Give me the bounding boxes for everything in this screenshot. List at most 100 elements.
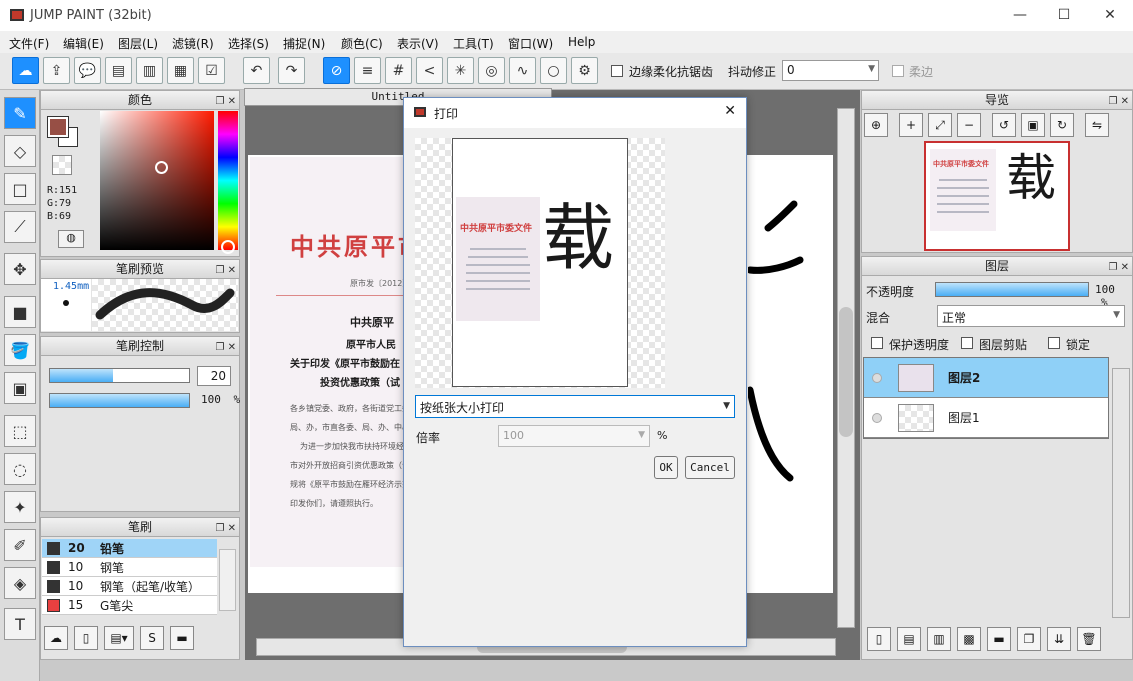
brush-size-input[interactable]: 20 xyxy=(197,366,231,386)
concentric-icon[interactable]: ◎ xyxy=(478,57,505,84)
menu-help[interactable]: Help xyxy=(568,35,595,49)
clip-layer-checkbox[interactable] xyxy=(961,337,973,349)
grid-icon[interactable]: # xyxy=(385,57,412,84)
panel-float-close-icon[interactable]: ❐ ✕ xyxy=(1108,93,1129,111)
layer-folder-icon[interactable]: ▬ xyxy=(987,627,1011,651)
layer-list-scrollbar[interactable] xyxy=(1112,368,1130,618)
dialog-close-button[interactable]: ✕ xyxy=(724,103,736,119)
brush-item-pen-taper[interactable]: 10 钢笔（起笔/收笔） xyxy=(42,577,217,596)
zoom-out-icon[interactable]: − xyxy=(957,113,981,137)
color-picker-handle[interactable] xyxy=(155,161,168,174)
document-icon[interactable]: ▥ xyxy=(136,57,163,84)
actual-size-icon[interactable]: ⤢ xyxy=(928,113,952,137)
brush-list-scrollbar[interactable] xyxy=(219,549,236,611)
brush-item-pen[interactable]: 10 钢笔 xyxy=(42,558,217,577)
brush-menu-icon[interactable]: ▤▾ xyxy=(104,626,134,650)
ok-button[interactable]: OK xyxy=(654,456,678,479)
menu-color[interactable]: 颜色(C) xyxy=(341,35,383,52)
rect-select-tool-icon[interactable]: ⬚ xyxy=(4,415,36,447)
new-vector-layer-icon[interactable]: ▥ xyxy=(927,627,951,651)
gradient-tool-icon[interactable]: ▣ xyxy=(4,372,36,404)
menu-view[interactable]: 表示(V) xyxy=(397,35,439,52)
tone-layer-icon[interactable]: ▩ xyxy=(957,627,981,651)
brush-tool-icon[interactable]: ✎ xyxy=(4,97,36,129)
panel-float-close-icon[interactable]: ❐ ✕ xyxy=(215,520,236,538)
select-eraser-tool-icon[interactable]: ◈ xyxy=(4,567,36,599)
curve-icon[interactable]: ∿ xyxy=(509,57,536,84)
checklist-icon[interactable]: ☑ xyxy=(198,57,225,84)
panel-float-close-icon[interactable]: ❐ ✕ xyxy=(1108,259,1129,277)
canvas-vertical-scrollbar[interactable] xyxy=(837,108,855,628)
reset-rotation-icon[interactable]: ▣ xyxy=(1021,113,1045,137)
antialias-checkbox[interactable] xyxy=(611,65,623,77)
print-mode-select[interactable]: 按纸张大小打印 ▼ xyxy=(415,395,735,418)
layer-item-1[interactable]: 图层1 xyxy=(864,398,1108,438)
menu-filter[interactable]: 滤镜(R) xyxy=(172,35,214,52)
parallel-lines-icon[interactable]: ≡ xyxy=(354,57,381,84)
layer-visibility-icon[interactable] xyxy=(872,372,882,383)
cloud-icon[interactable]: ☁ xyxy=(12,57,39,84)
select-pen-tool-icon[interactable]: ✐ xyxy=(4,529,36,561)
transparent-color-swatch[interactable] xyxy=(52,155,72,175)
new-layer-icon[interactable]: ▯ xyxy=(867,627,891,651)
menu-window[interactable]: 窗口(W) xyxy=(508,35,553,52)
hue-slider[interactable] xyxy=(218,111,238,250)
minimize-button[interactable]: — xyxy=(997,0,1043,31)
foreground-color-front[interactable] xyxy=(47,116,69,138)
radial-lines-icon[interactable]: ✳ xyxy=(447,57,474,84)
no-snap-icon[interactable]: ⊘ xyxy=(323,57,350,84)
layer-item-2[interactable]: 图层2 xyxy=(864,358,1108,398)
text-tool-icon[interactable]: T xyxy=(4,608,36,640)
perspective-icon[interactable]: < xyxy=(416,57,443,84)
close-button[interactable]: ✕ xyxy=(1087,0,1133,31)
scale-input[interactable]: 100 ▼ xyxy=(498,425,650,447)
vertical-scroll-thumb[interactable] xyxy=(839,307,853,437)
brush-item-g-pen[interactable]: 15 G笔尖 xyxy=(42,596,217,615)
maximize-button[interactable]: ☐ xyxy=(1041,0,1087,31)
panel-float-close-icon[interactable]: ❐ ✕ xyxy=(215,93,236,111)
line-tool-icon[interactable]: ⟋ xyxy=(4,211,36,243)
menu-tools[interactable]: 工具(T) xyxy=(453,35,494,52)
menu-layer[interactable]: 图层(L) xyxy=(118,35,158,52)
bucket-tool-icon[interactable]: 🪣 xyxy=(4,334,36,366)
color-palette-icon[interactable]: ◍ xyxy=(58,230,84,248)
blend-mode-select[interactable]: 正常 ▼ xyxy=(937,305,1125,327)
rectangle-tool-icon[interactable]: □ xyxy=(4,173,36,205)
duplicate-layer-icon[interactable]: ❐ xyxy=(1017,627,1041,651)
rotate-right-icon[interactable]: ↻ xyxy=(1050,113,1074,137)
layer-opacity-slider[interactable] xyxy=(935,282,1089,297)
protect-alpha-checkbox[interactable] xyxy=(871,337,883,349)
cancel-button[interactable]: Cancel xyxy=(685,456,735,479)
soft-edge-checkbox[interactable] xyxy=(892,65,904,77)
menu-select[interactable]: 选择(S) xyxy=(228,35,269,52)
merge-layer-icon[interactable]: ⇊ xyxy=(1047,627,1071,651)
speech-bubble-icon[interactable]: 💬 xyxy=(74,57,101,84)
zoom-in-icon[interactable]: + xyxy=(899,113,923,137)
eraser-tool-icon[interactable]: ◇ xyxy=(4,135,36,167)
comment-icon[interactable]: ▤ xyxy=(105,57,132,84)
circle-icon[interactable]: ○ xyxy=(540,57,567,84)
new-raster-layer-icon[interactable]: ▤ xyxy=(897,627,921,651)
move-tool-icon[interactable]: ✥ xyxy=(4,253,36,285)
menu-file[interactable]: 文件(F) xyxy=(9,35,49,52)
menu-edit[interactable]: 编辑(E) xyxy=(63,35,104,52)
settings-gear-icon[interactable]: ⚙ xyxy=(571,57,598,84)
menu-snap[interactable]: 捕捉(N) xyxy=(283,35,325,52)
navigator-preview[interactable]: 中共原平市委文件 载 xyxy=(924,141,1070,251)
brush-folder-icon[interactable]: ▬ xyxy=(170,626,194,650)
new-brush-icon[interactable]: ▯ xyxy=(74,626,98,650)
hue-slider-handle[interactable] xyxy=(221,240,235,254)
rotate-left-icon[interactable]: ↺ xyxy=(992,113,1016,137)
lock-layer-checkbox[interactable] xyxy=(1048,337,1060,349)
brush-item-pencil[interactable]: 20 铅笔 xyxy=(42,539,217,558)
undo-icon[interactable]: ↶ xyxy=(243,57,270,84)
panel-float-close-icon[interactable]: ❐ ✕ xyxy=(215,262,236,280)
fill-rect-tool-icon[interactable]: ■ xyxy=(4,296,36,328)
saturation-value-picker[interactable] xyxy=(100,111,214,250)
magic-wand-tool-icon[interactable]: ✦ xyxy=(4,491,36,523)
redo-icon[interactable]: ↷ xyxy=(278,57,305,84)
brush-settings-icon[interactable]: S xyxy=(140,626,164,650)
zoom-fit-icon[interactable]: ⊕ xyxy=(864,113,888,137)
delete-layer-icon[interactable]: 🗑 xyxy=(1077,627,1101,651)
export-icon[interactable]: ⇪ xyxy=(43,57,70,84)
